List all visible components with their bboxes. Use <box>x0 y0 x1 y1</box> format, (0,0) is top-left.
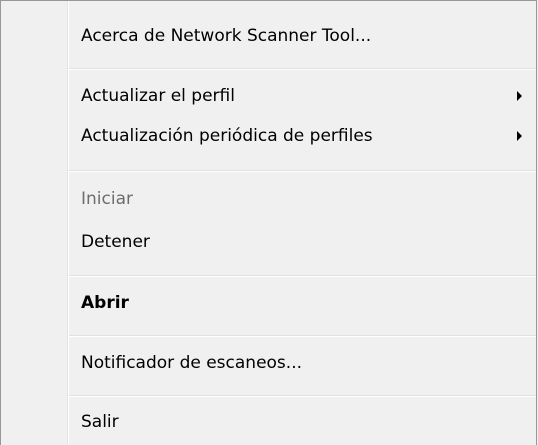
menu-item-stop[interactable]: Detener <box>81 225 536 259</box>
menu-item-exit[interactable]: Salir <box>81 405 536 439</box>
menu-item-update-profile[interactable]: Actualizar el perfil <box>81 79 536 113</box>
menu-separator <box>69 68 536 70</box>
menu-item-label: Acerca de Network Scanner Tool... <box>81 26 372 46</box>
menu-item-label: Actualizar el perfil <box>81 86 235 106</box>
menu-item-scan-notifier[interactable]: Notificador de escaneos... <box>81 346 536 380</box>
menu-item-label: Detener <box>81 232 150 252</box>
menu-item-about[interactable]: Acerca de Network Scanner Tool... <box>81 19 536 53</box>
menu-separator <box>69 275 536 277</box>
menu-separator <box>69 335 536 337</box>
menu-item-label: Abrir <box>81 293 129 313</box>
menu-item-label: Actualización periódica de perfiles <box>81 126 373 146</box>
menu-separator <box>69 395 536 397</box>
context-menu: Acerca de Network Scanner Tool... Actual… <box>0 0 537 445</box>
menu-item-periodic-profile-update[interactable]: Actualización periódica de perfiles <box>81 119 536 153</box>
menu-item-label: Notificador de escaneos... <box>81 353 302 373</box>
menu-item-open[interactable]: Abrir <box>81 286 536 320</box>
menu-item-label: Salir <box>81 412 119 432</box>
submenu-arrow-icon <box>517 131 522 141</box>
submenu-arrow-icon <box>517 91 522 101</box>
menu-item-start: Iniciar <box>81 182 536 216</box>
menu-item-label: Iniciar <box>81 189 133 209</box>
menu-separator <box>69 170 536 172</box>
